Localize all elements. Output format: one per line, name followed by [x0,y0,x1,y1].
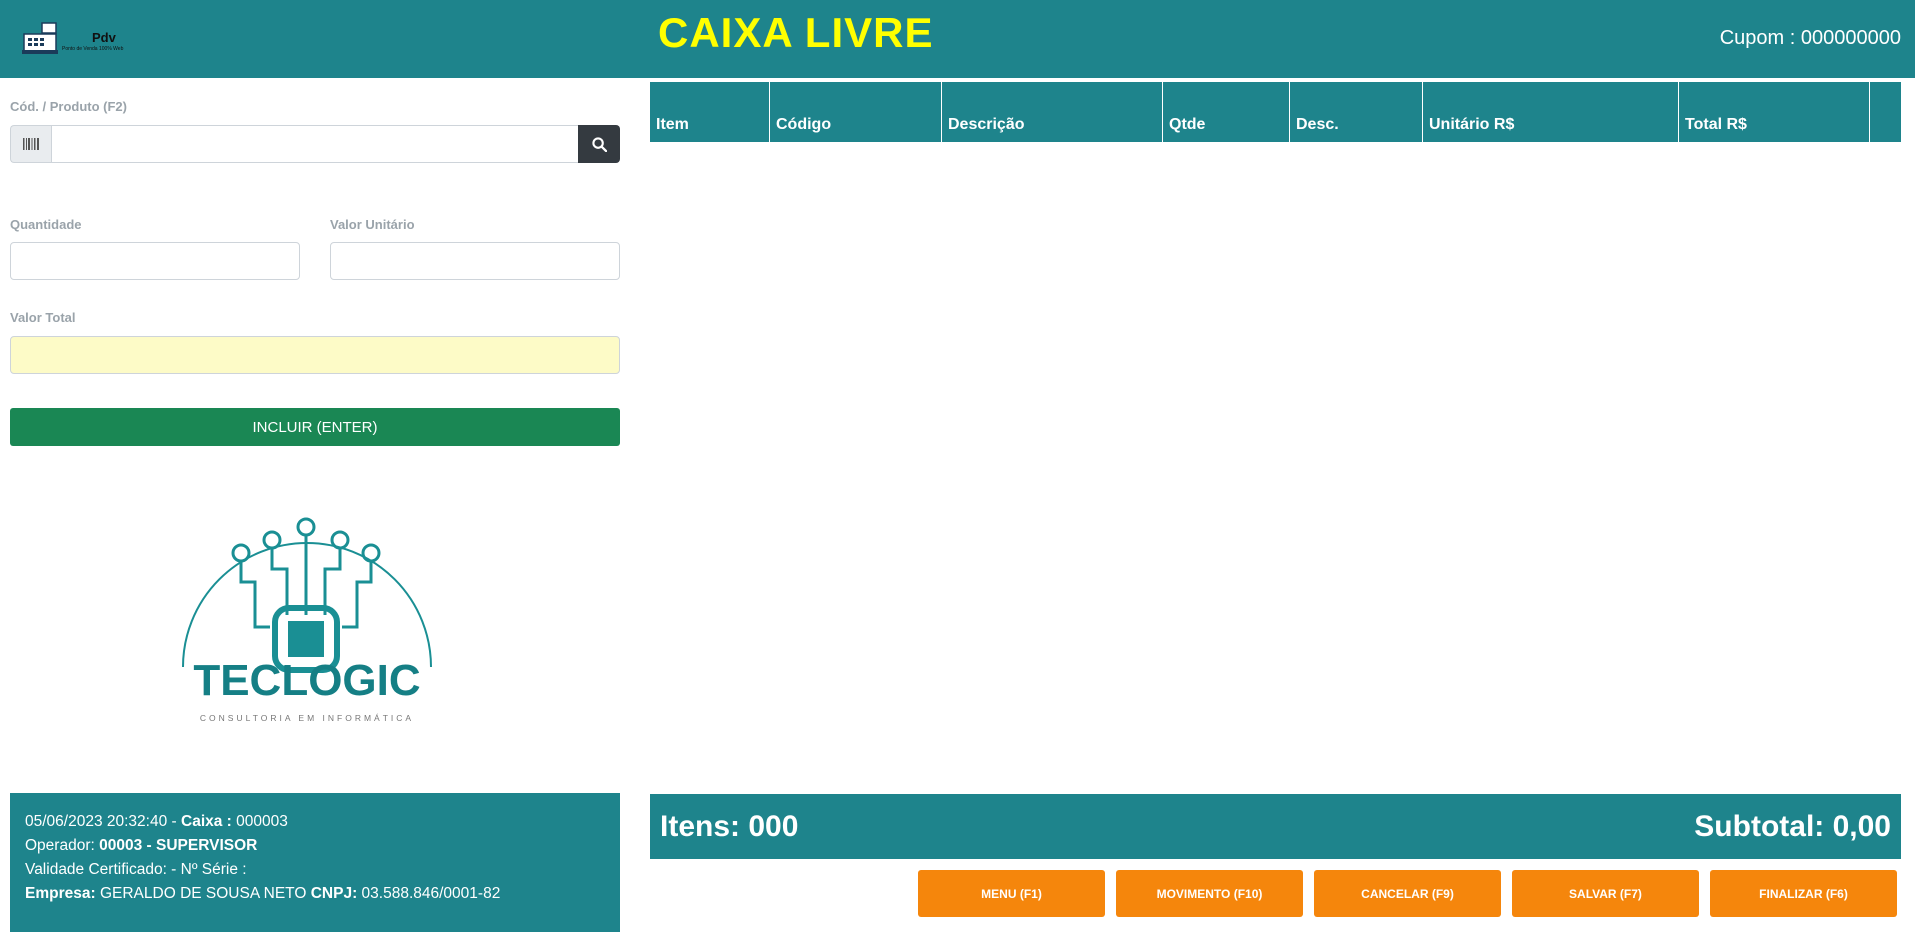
cnpj-value: 03.588.846/0001-82 [361,885,501,902]
items-table-header: Item Código Descrição Qtde Desc. Unitári… [650,82,1901,142]
subtotal-value: Subtotal: 0,00 [1694,810,1891,843]
brand-tagline: CONSULTORIA EM INFORMÁTICA [200,713,414,723]
session-datetime: 05/06/2023 20:32:40 [25,813,168,830]
finalizar-button[interactable]: FINALIZAR (F6) [1710,870,1897,917]
produto-label: Cód. / Produto (F2) [10,99,127,114]
menu-button[interactable]: MENU (F1) [918,870,1105,917]
valor-total-label: Valor Total [10,310,76,325]
produto-input[interactable] [51,125,579,163]
info-line-operador: Operador: 00003 - SUPERVISOR [25,834,605,858]
session-info-panel: 05/06/2023 20:32:40 - Caixa : 000003 Ope… [10,793,620,932]
cupom-label: Cupom : [1719,27,1796,49]
chip-logo-icon: TECLOGIC CONSULTORIA EM INFORMÁTICA [182,517,432,723]
column-codigo: Código [770,82,942,142]
search-icon [591,136,607,152]
items-table-body [650,142,1901,782]
cnpj-label: CNPJ: [310,885,358,902]
valor-total-input[interactable] [10,336,620,374]
incluir-button[interactable]: INCLUIR (ENTER) [10,408,620,446]
cash-register-icon [22,22,58,54]
logo-name: Pdv [92,30,116,45]
brand-name: TECLOGIC [193,656,420,705]
quantidade-label: Quantidade [10,217,82,232]
logo-tagline: Ponto de Venda 100% Web [62,46,124,52]
app-logo: Pdv Ponto de Venda 100% Web [22,20,147,54]
empresa-label: Empresa: [25,885,96,902]
quantidade-input[interactable] [10,242,300,280]
column-total: Total R$ [1679,82,1870,142]
barcode-addon [10,125,51,163]
cupom-number: 000000000 [1800,27,1901,49]
certificado-info: Validade Certificado: - Nº Série : [25,861,247,878]
column-desc: Desc. [1290,82,1423,142]
caixa-value: 000003 [236,813,288,830]
caixa-status-title: CAIXA LIVRE [658,9,934,56]
salvar-button[interactable]: SALVAR (F7) [1512,870,1699,917]
top-header: Pdv Ponto de Venda 100% Web CAIXA LIVRE … [0,0,1915,78]
info-line-empresa: Empresa: GERALDO DE SOUSA NETO CNPJ: 03.… [25,882,605,906]
operador-value: 00003 - SUPERVISOR [99,837,258,854]
empresa-value: GERALDO DE SOUSA NETO [99,885,307,902]
column-unitario: Unitário R$ [1423,82,1679,142]
totals-bar: Itens: 000 Subtotal: 0,00 [650,794,1901,859]
operador-label: Operador: [25,837,95,854]
movimento-button[interactable]: MOVIMENTO (F10) [1116,870,1303,917]
caixa-label: Caixa : [181,813,232,830]
valor-unitario-input[interactable] [330,242,620,280]
column-qtde: Qtde [1163,82,1290,142]
teclogic-logo: TECLOGIC CONSULTORIA EM INFORMÁTICA [175,505,440,725]
column-descricao: Descrição [942,82,1163,142]
column-actions [1870,82,1901,142]
valor-unitario-label: Valor Unitário [330,217,415,232]
search-button[interactable] [578,125,620,163]
column-item: Item [650,82,770,142]
itens-count: Itens: 000 [660,810,799,843]
cupom-display: Cupom : 000000000 [1720,27,1901,50]
cancelar-button[interactable]: CANCELAR (F9) [1314,870,1501,917]
barcode-icon [23,138,39,150]
info-line-datetime: 05/06/2023 20:32:40 - Caixa : 000003 [25,813,288,830]
